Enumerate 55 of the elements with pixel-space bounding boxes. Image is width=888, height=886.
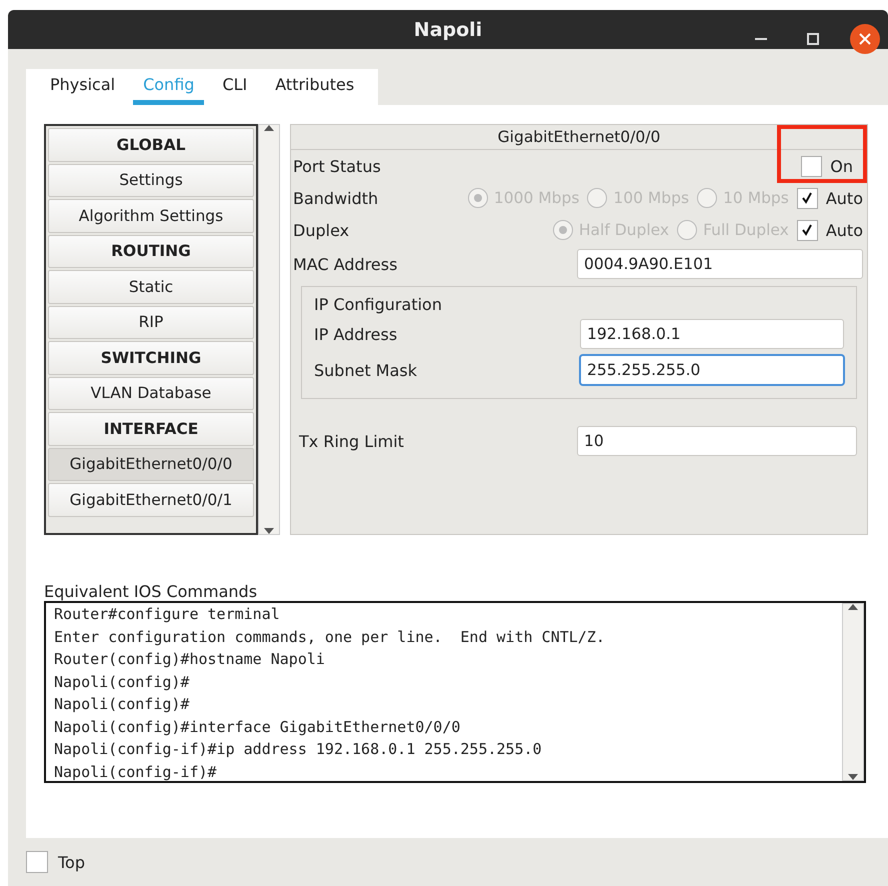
menu-item[interactable]: VLAN Database	[48, 376, 254, 410]
tab[interactable]: Attributes	[265, 69, 364, 105]
command-line: Router(config)#hostname Napoli	[54, 649, 326, 670]
maximize-icon	[807, 33, 819, 45]
menu-item[interactable]: RIP	[48, 306, 254, 339]
field-label: Tx Ring Limit	[299, 432, 404, 450]
commands-label: Equivalent IOS Commands	[44, 582, 258, 601]
command-line: Router#configure terminal	[54, 604, 281, 625]
menu-item[interactable]: GigabitEthernet0/0/0	[48, 448, 254, 481]
scroll-up-icon[interactable]	[848, 604, 858, 610]
input-field[interactable]: 0004.9A90.E101	[577, 249, 863, 279]
group-title: IP Configuration	[314, 295, 443, 314]
scrollbar[interactable]	[842, 603, 864, 781]
scroll-down-icon[interactable]	[264, 528, 274, 534]
minimize-icon	[755, 38, 767, 40]
input-field[interactable]: 255.255.255.0	[580, 355, 844, 385]
panel-title: GigabitEthernet0/0/0	[291, 125, 867, 150]
input-field[interactable]: 192.168.0.1	[580, 319, 844, 349]
menu-item[interactable]: Static	[48, 270, 254, 304]
checkbox-label: Auto	[826, 188, 863, 208]
field-label: Bandwidth	[293, 188, 378, 208]
checkbox[interactable]	[26, 851, 48, 873]
close-icon	[859, 33, 871, 45]
command-line: Napoli(config-if)#ip address 192.168.0.1 255.255.255.0	[54, 739, 543, 760]
scroll-down-icon[interactable]	[848, 774, 858, 780]
tab[interactable]: Physical	[40, 69, 126, 105]
section-header: SWITCHING	[48, 341, 254, 374]
tab[interactable]: CLI	[212, 69, 258, 105]
checkbox[interactable]	[801, 156, 822, 176]
input-field[interactable]: 10	[577, 426, 857, 456]
menu-item[interactable]: GigabitEthernet0/0/1	[48, 483, 254, 516]
field-label: IP Address	[314, 324, 398, 344]
check-icon	[801, 192, 814, 204]
command-line: Napoli(config-if)#	[54, 762, 218, 782]
window-title: Napoli	[414, 18, 482, 40]
section-header: INTERFACE	[48, 412, 254, 446]
field-label: MAC Address	[293, 254, 398, 274]
command-line: Napoli(config)#	[54, 672, 190, 692]
command-line: Enter configuration commands, one per line. End with CNTL/Z.	[54, 626, 606, 648]
field-label: Subnet Mask	[314, 360, 418, 380]
command-line: Napoli(config)#	[54, 694, 190, 715]
checkbox-label: Top	[58, 852, 85, 872]
menu-item[interactable]: Settings	[48, 164, 254, 197]
menu-item[interactable]: Algorithm Settings	[48, 199, 254, 232]
checkbox-label: On	[830, 156, 853, 176]
scroll-up-icon[interactable]	[264, 125, 274, 131]
close-button[interactable]	[850, 24, 880, 54]
field-label: Duplex	[293, 220, 350, 240]
checkbox-label: Auto	[826, 220, 863, 240]
scrollbar[interactable]	[258, 124, 280, 535]
section-header: ROUTING	[48, 234, 254, 268]
check-icon	[801, 224, 814, 236]
command-line: Napoli(config)#interface GigabitEthernet0/0/0	[54, 716, 462, 738]
field-label: Port Status	[293, 156, 381, 176]
section-header: GLOBAL	[48, 128, 254, 162]
